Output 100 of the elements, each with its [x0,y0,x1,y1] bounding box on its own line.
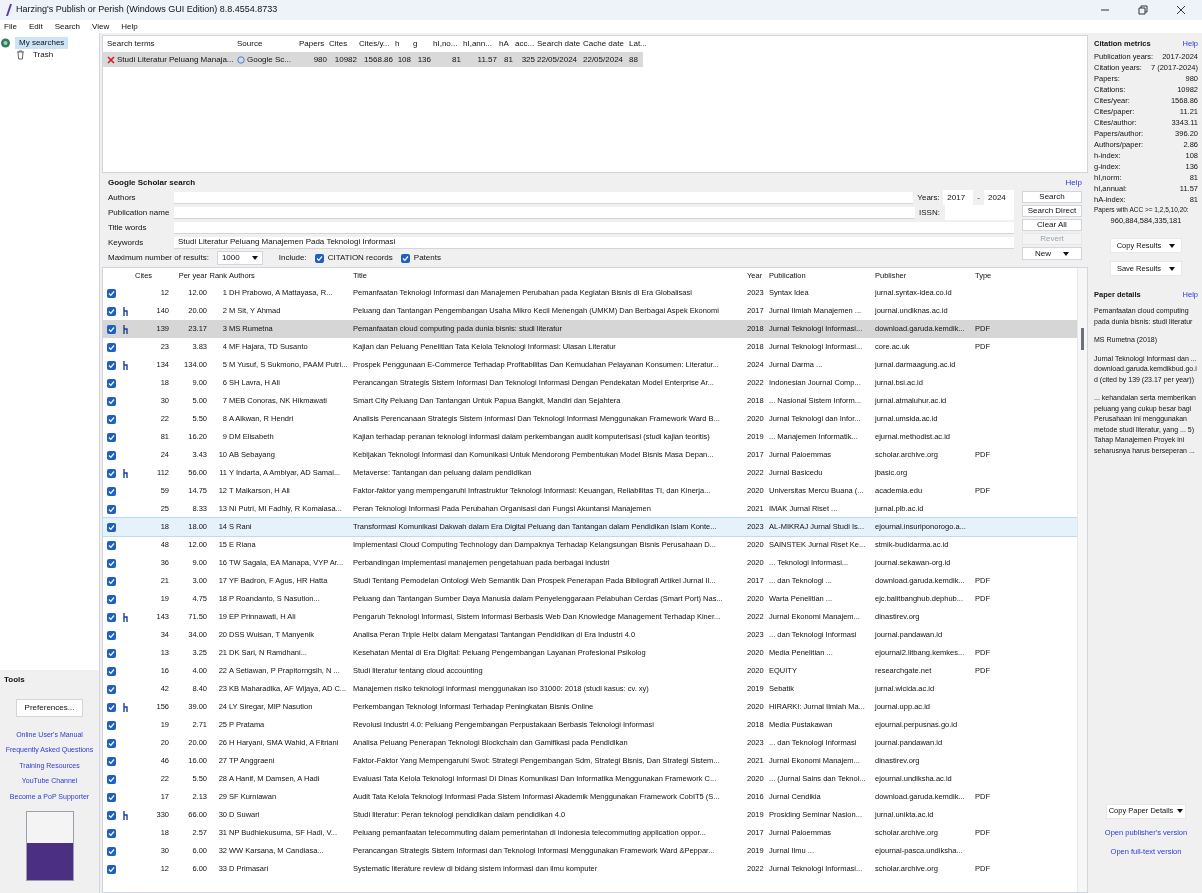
checkbox[interactable] [107,630,116,640]
action-button[interactable]: Search Direct [1022,205,1082,217]
checkbox[interactable] [107,702,116,712]
checkbox[interactable] [107,486,116,496]
tree-item[interactable]: Trash [29,49,58,61]
column-header[interactable]: Search terms [107,38,235,50]
checkbox[interactable] [107,612,116,622]
checkbox[interactable] [107,522,116,532]
tools-heading: Tools [3,673,25,686]
checkbox[interactable] [400,253,410,263]
field-label: ISSN: [919,206,941,219]
column-header[interactable]: h [395,38,411,50]
preferences-button[interactable]: Preferences... [15,698,84,717]
tree-item[interactable]: My searches [15,37,69,49]
column-header[interactable]: Cites [329,38,357,50]
window-title: Harzing's Publish or Perish (Windows GUI Edition) 8.8.4554.8733 [16,3,278,17]
checkbox[interactable] [107,738,116,748]
menu-item[interactable]: Search [54,20,81,33]
text-field[interactable] [174,221,1014,234]
table-cell: 108 [397,53,411,66]
table-cell: 980 [313,53,327,66]
checkbox[interactable] [107,414,116,424]
cross-icon [107,55,115,64]
checkbox[interactable] [107,846,116,856]
trash-icon [16,50,25,60]
caret-icon [1169,243,1176,248]
checkbox[interactable] [107,306,116,316]
checkbox[interactable] [107,576,116,586]
checkbox[interactable] [107,342,116,352]
table-cell: 325 [521,53,535,66]
text-field[interactable] [174,206,915,219]
column-header[interactable]: Lat... [629,38,649,50]
column-header[interactable]: acc... [515,38,535,50]
menu-item[interactable]: Help [121,20,138,33]
checkbox[interactable] [107,396,116,406]
table-cell: 22/05/2024 [583,53,624,66]
restore-icon[interactable] [1138,5,1148,15]
menu-item[interactable]: View [92,20,110,33]
checkbox[interactable] [107,774,116,784]
action-button[interactable]: Clear All [1022,219,1082,231]
checkbox[interactable] [107,558,116,568]
book-cover-placeholder [25,811,74,881]
checkbox[interactable] [107,792,116,802]
panel-title: Google Scholar search [108,177,196,189]
column-header[interactable]: Papers [299,38,327,50]
column-header[interactable]: Source [237,38,297,50]
year-field[interactable]: 2024 [984,190,1014,205]
checkbox[interactable] [107,594,116,604]
column-header[interactable]: Search date [537,38,581,50]
checkbox[interactable] [107,324,116,334]
caret-icon [1177,809,1184,813]
app-logo-icon [4,4,12,16]
field-label: Publication name [108,206,170,219]
checkbox-label: Patents [413,252,441,264]
checkbox[interactable] [314,253,324,263]
checkbox[interactable] [107,666,116,676]
new-button[interactable]: New [1022,247,1082,260]
column-header[interactable]: Cites/y... [359,38,393,50]
table-cell: 88 [629,53,638,66]
checkbox[interactable] [107,360,116,370]
column-header[interactable]: g [413,38,431,50]
text-field[interactable]: Studi Literatur Peluang Manajemen Pada Teknologi Informasi [174,236,1014,249]
checkbox[interactable] [107,684,116,694]
menu-item[interactable]: File [4,20,17,33]
year-field[interactable]: 2017 [943,190,974,205]
search-row[interactable]: Studi Literatur Peluang Manaja... Google Sc... 980 10982 1568.86 108 136 81 11.57 81 325 22/05/2024 22/05/2024 88 [103,52,643,67]
checkbox[interactable] [107,720,116,730]
table-cell: 136 [417,53,431,66]
checkbox[interactable] [107,648,116,658]
column-header[interactable]: Cache date [583,38,627,50]
max-results-dropdown[interactable]: 1000 [216,251,263,265]
checkbox[interactable] [107,468,116,478]
checkbox[interactable] [107,378,116,388]
menu-item[interactable]: Edit [28,20,43,33]
checkbox[interactable] [107,810,116,820]
checkbox[interactable] [107,288,116,298]
column-header[interactable]: hI,ann... [463,38,497,50]
help-link[interactable]: Help [1065,177,1082,189]
action-button[interactable]: Search [1022,191,1082,203]
text-field[interactable] [174,191,914,204]
table-cell: 22/05/2024 [537,53,578,66]
checkbox[interactable] [107,864,116,874]
table-cell: 11.57 [477,53,497,66]
checkbox[interactable] [107,828,116,838]
checkbox-label: CITATION records [327,252,393,264]
caret-icon [251,256,258,260]
field-label: Title words [108,221,148,234]
checkbox[interactable] [107,756,116,766]
caret-icon [1169,266,1176,271]
checkbox[interactable] [107,540,116,550]
checkbox[interactable] [107,450,116,460]
table-cell: 81 [504,53,513,66]
column-header[interactable]: hI,no... [433,38,461,50]
table-cell: Studi Literatur Peluang Manaja... [117,53,234,66]
field-label: Maximum number of results: [108,252,209,264]
checkbox[interactable] [107,432,116,442]
close-icon[interactable] [1176,5,1186,15]
checkbox[interactable] [107,504,116,514]
field-label: Keywords [108,236,145,249]
column-header[interactable]: hA [499,38,513,50]
